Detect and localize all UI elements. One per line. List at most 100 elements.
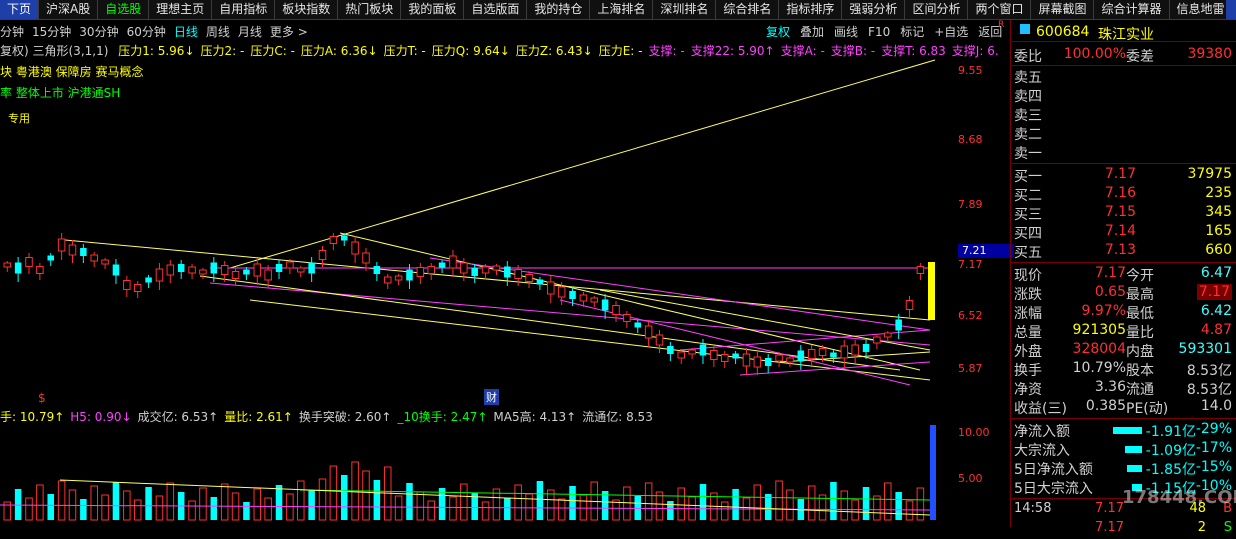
candle [199, 269, 207, 275]
nav-tab-9[interactable]: 我的持仓 [527, 0, 591, 19]
order-ratio-label: 委比 [1014, 49, 1042, 65]
candle [47, 255, 55, 261]
fund-flow-pct: -17% [1195, 440, 1232, 456]
nav-tab-18[interactable]: 综合计算器 [1094, 0, 1170, 19]
volume-bar [166, 482, 175, 521]
volume-bar [536, 481, 544, 520]
fund-flow-row: 5日净流入额 -1.85亿 -15% [1012, 459, 1236, 478]
quote-value: 14.0 [1200, 398, 1232, 414]
sell-level-label: 卖四 [1014, 89, 1042, 105]
nav-tab-5[interactable]: 板块指数 [275, 0, 339, 19]
candle [504, 266, 511, 278]
fund-flow-value: -1.09亿 [1145, 443, 1196, 459]
nav-tab-16[interactable]: 两个窗口 [968, 0, 1032, 19]
candle [166, 264, 175, 276]
nav-scroll-button[interactable] [1226, 0, 1236, 19]
volume-bar [36, 484, 44, 521]
candle [416, 267, 425, 277]
nav-tab-8[interactable]: 自选版面 [464, 0, 528, 19]
candle [612, 305, 620, 315]
nav-tab-4[interactable]: 自用指标 [212, 0, 276, 19]
nav-tab-2[interactable]: 自选股 [98, 0, 150, 19]
candle [807, 349, 816, 359]
nav-tab-15[interactable]: 区间分析 [905, 0, 969, 19]
volume-bar [318, 478, 327, 521]
nav-tab-1[interactable]: 沪深A股 [39, 0, 99, 19]
kline-chart[interactable] [0, 20, 958, 527]
volume-bar [133, 499, 142, 521]
nav-tab-3[interactable]: 理想主页 [149, 0, 213, 19]
candle [753, 356, 762, 368]
quote-value: 0.385 [1085, 398, 1126, 414]
nav-tab-14[interactable]: 强弱分析 [842, 0, 906, 19]
fund-flow-bar [1125, 446, 1142, 453]
volume-bar [569, 486, 576, 520]
volume-bar [699, 484, 707, 520]
order-diff-value: 39380 [1187, 46, 1232, 62]
candle [557, 286, 566, 298]
buy-level-label: 买一 [1014, 169, 1042, 185]
quote-label: 流通 [1126, 382, 1154, 398]
sell-level-row: 卖二 [1012, 124, 1236, 143]
volume-bar [253, 488, 262, 521]
volume-bar [525, 493, 533, 521]
nav-tab-6[interactable]: 热门板块 [338, 0, 402, 19]
order-ratio-row: 委比 100.00% 委差 39380 [1012, 46, 1236, 65]
tick-direction: S [1223, 520, 1232, 535]
quote-label: 股本 [1126, 363, 1154, 379]
candle [895, 319, 902, 331]
candle [210, 262, 218, 274]
buy-level-label: 买三 [1014, 207, 1042, 223]
volume-bar [112, 482, 120, 520]
fund-flow-row: 大宗流入 -1.09亿 -17% [1012, 440, 1236, 459]
buy-level-row: 买四 7.14 165 [1012, 223, 1236, 242]
candle [514, 269, 522, 279]
fund-flow-bar [1113, 427, 1142, 434]
candle [905, 300, 914, 310]
volume-bar [57, 480, 66, 521]
candle [275, 264, 283, 272]
candle [547, 281, 555, 295]
volume-bar [80, 499, 87, 520]
sell-level-label: 卖二 [1014, 127, 1042, 143]
volume-bar [406, 483, 413, 520]
quote-label: PE(动) [1126, 401, 1169, 417]
volume-bar [264, 497, 272, 521]
quote-label: 换手 [1014, 363, 1042, 379]
nav-tab-19[interactable]: 信息地雷 [1170, 0, 1233, 19]
fund-flow-label: 大宗流入 [1014, 443, 1070, 459]
nav-tab-11[interactable]: 深圳排名 [653, 0, 717, 19]
volume-bar [373, 480, 381, 520]
support-line [679, 329, 931, 351]
volume-indicator-5: _10换手: 2.47↑ [397, 410, 488, 424]
nav-tab-12[interactable]: 综合排名 [716, 0, 780, 19]
candle [394, 275, 403, 281]
quote-value: 10.79% [1072, 360, 1126, 376]
quote-row: 总量 921305 量比 4.87 [1012, 322, 1236, 341]
candle [220, 265, 229, 275]
nav-tab-17[interactable]: 屏幕截图 [1031, 0, 1095, 19]
watermark: 178448.COM [1122, 487, 1236, 508]
fund-flow-bar [1127, 465, 1142, 472]
volume-bar [557, 498, 566, 521]
candle [775, 354, 783, 362]
nav-tab-10[interactable]: 上海排名 [590, 0, 654, 19]
volume-indicator-2: 成交亿: 6.53↑ [137, 410, 219, 424]
nav-tab-7[interactable]: 我的面板 [401, 0, 465, 19]
nav-tab-13[interactable]: 指标排序 [779, 0, 843, 19]
volume-indicator-4: 换手突破: 2.60↑ [298, 410, 392, 424]
volume-bar [308, 490, 315, 520]
candle [155, 268, 164, 282]
nav-tab-0[interactable]: 下页 [0, 0, 40, 19]
price-axis-label: 8.68 [958, 133, 983, 146]
candle [264, 269, 272, 281]
order-diff-label: 委差 [1126, 49, 1154, 65]
volume-bar [786, 489, 794, 521]
quote-label: 涨幅 [1014, 306, 1042, 322]
volume-indicator-6: MA5高: 4.13↑ [493, 410, 577, 424]
candle [80, 248, 87, 256]
candle [699, 344, 707, 356]
volume-bar [775, 480, 783, 521]
volume-bar [275, 485, 283, 520]
volume-bar [101, 494, 109, 521]
